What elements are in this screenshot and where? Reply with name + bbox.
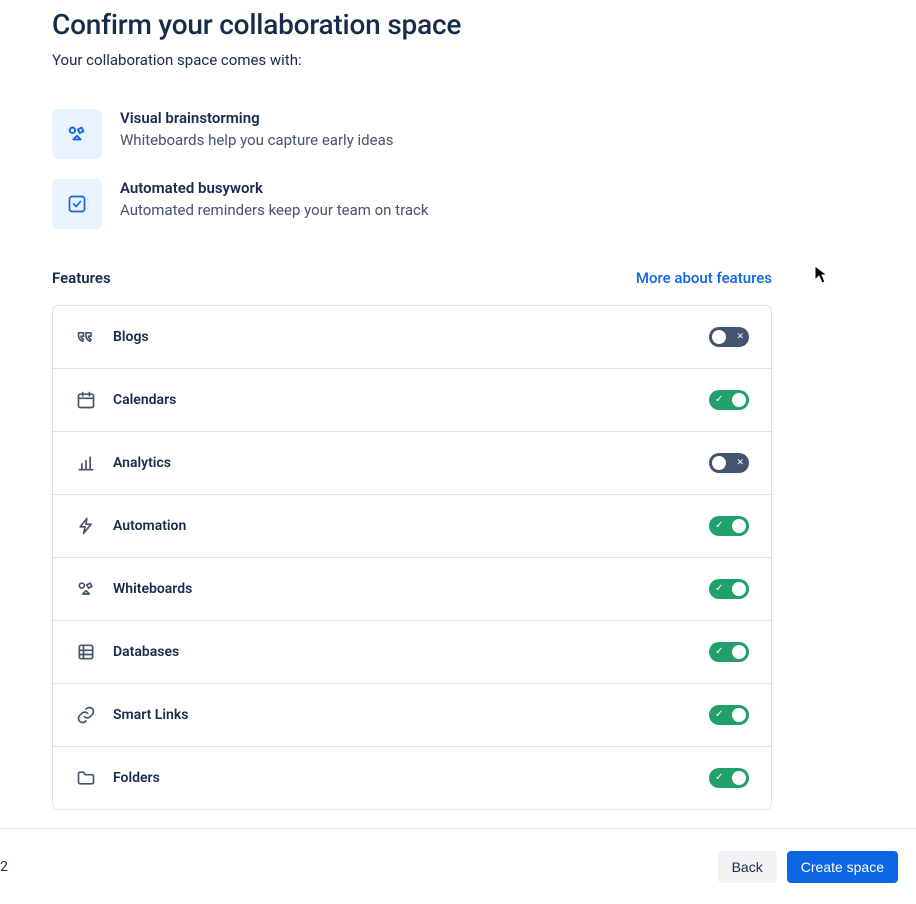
whiteboard-icon: [75, 578, 97, 600]
more-about-features-link[interactable]: More about features: [636, 269, 772, 287]
feature-row-smart-links: Smart Links ✓: [53, 684, 771, 747]
feature-row-whiteboards: Whiteboards ✓: [53, 558, 771, 621]
included-item-automated-busywork: Automated busywork Automated reminders k…: [52, 179, 864, 229]
included-list: Visual brainstorming Whiteboards help yo…: [52, 109, 864, 229]
feature-toggle[interactable]: ✓: [709, 516, 749, 536]
whiteboard-icon: [52, 109, 102, 159]
feature-toggle[interactable]: ✓: [709, 705, 749, 725]
feature-toggle[interactable]: ✓: [709, 768, 749, 788]
feature-name: Smart Links: [113, 707, 693, 723]
included-item-visual-brainstorming: Visual brainstorming Whiteboards help yo…: [52, 109, 864, 159]
included-title: Automated busywork: [120, 179, 428, 197]
features-heading: Features: [52, 269, 111, 287]
footer-bar: 2 Back Create space: [0, 828, 916, 904]
quote-icon: [75, 326, 97, 348]
page-subtitle: Your collaboration space comes with:: [52, 51, 864, 69]
calendar-icon: [75, 389, 97, 411]
page-indicator: 2: [0, 859, 8, 875]
included-desc: Automated reminders keep your team on tr…: [120, 201, 428, 219]
feature-row-automation: Automation ✓: [53, 495, 771, 558]
feature-toggle[interactable]: ✓: [709, 579, 749, 599]
feature-toggle[interactable]: ✓: [709, 642, 749, 662]
back-button[interactable]: Back: [718, 851, 777, 883]
feature-row-calendars: Calendars ✓: [53, 369, 771, 432]
included-title: Visual brainstorming: [120, 109, 393, 127]
create-space-button[interactable]: Create space: [787, 851, 898, 883]
feature-toggle[interactable]: ✕: [709, 327, 749, 347]
feature-name: Blogs: [113, 329, 693, 345]
feature-name: Analytics: [113, 455, 693, 471]
bolt-icon: [75, 515, 97, 537]
analytics-icon: [75, 452, 97, 474]
folder-icon: [75, 767, 97, 789]
link-icon: [75, 704, 97, 726]
check-square-icon: [52, 179, 102, 229]
feature-name: Automation: [113, 518, 693, 534]
feature-row-databases: Databases ✓: [53, 621, 771, 684]
feature-row-blogs: Blogs ✕: [53, 306, 771, 369]
feature-row-analytics: Analytics ✕: [53, 432, 771, 495]
page-title: Confirm your collaboration space: [52, 8, 864, 41]
feature-toggle[interactable]: ✓: [709, 390, 749, 410]
feature-row-folders: Folders ✓: [53, 747, 771, 809]
feature-name: Databases: [113, 644, 693, 660]
database-icon: [75, 641, 97, 663]
features-table: Blogs✕Calendars✓Analytics✕Automation✓Whi…: [52, 305, 772, 810]
feature-name: Calendars: [113, 392, 693, 408]
feature-toggle[interactable]: ✕: [709, 453, 749, 473]
feature-name: Folders: [113, 770, 693, 786]
included-desc: Whiteboards help you capture early ideas: [120, 131, 393, 149]
feature-name: Whiteboards: [113, 581, 693, 597]
